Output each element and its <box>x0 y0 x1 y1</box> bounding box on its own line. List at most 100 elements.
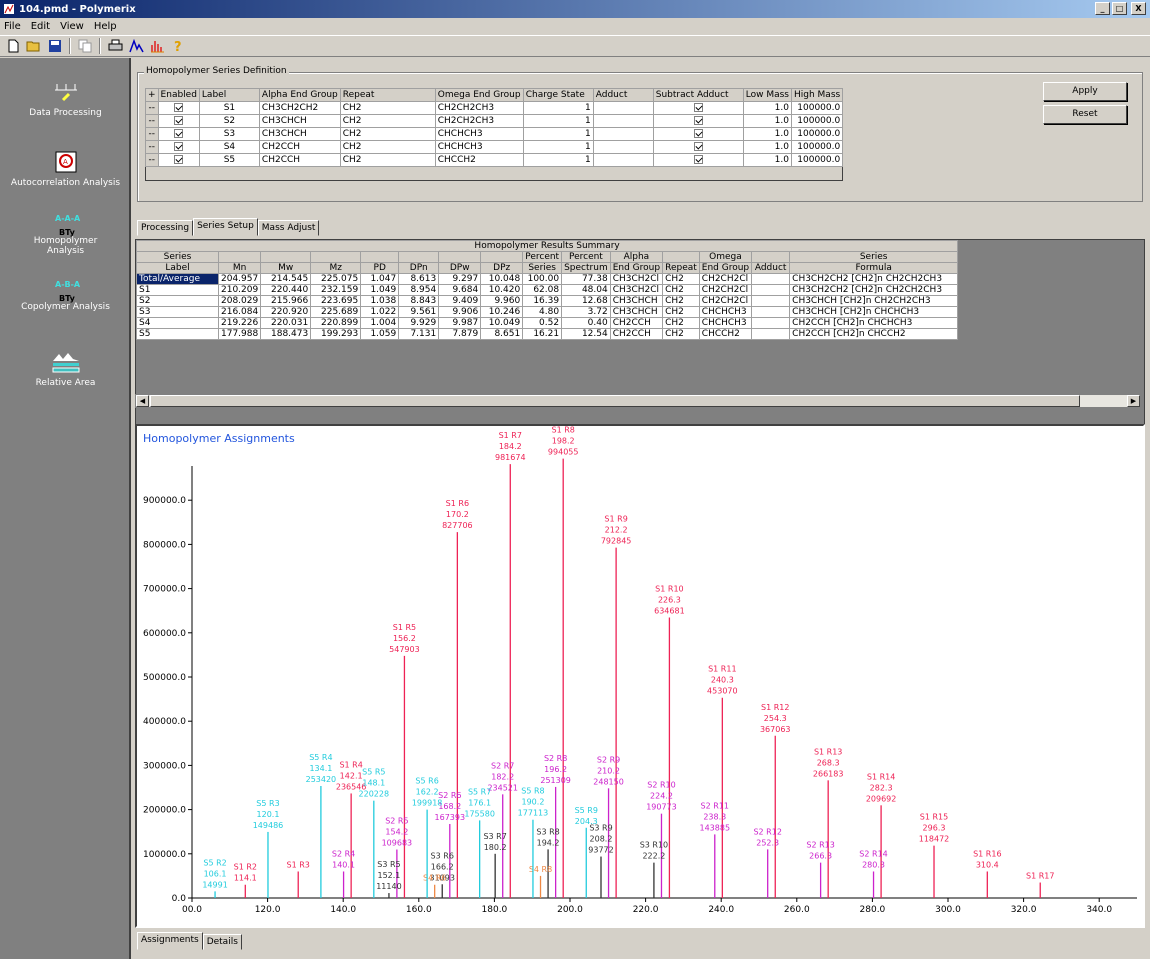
col-header[interactable]: Adduct <box>751 262 791 274</box>
cell[interactable] <box>592 101 654 115</box>
cell[interactable] <box>751 328 791 340</box>
col-header[interactable]: Subtract Adduct <box>652 88 744 102</box>
enabled-checkbox[interactable] <box>157 101 200 115</box>
cell[interactable]: 8.843 <box>398 295 440 307</box>
cell[interactable]: 220.440 <box>260 284 312 296</box>
cell[interactable]: CHCCH2 <box>698 328 753 340</box>
assignments-chart[interactable]: Homopolymer Assignments 0.0 100000.0 200000… <box>137 426 1143 926</box>
cell[interactable]: 215.966 <box>260 295 312 307</box>
cell[interactable]: CH2 <box>662 306 700 318</box>
col-header[interactable]: DPz <box>480 262 524 274</box>
col-header[interactable] <box>260 251 312 263</box>
cell[interactable]: CH2 <box>339 127 436 141</box>
col-header[interactable]: Percent <box>522 251 563 263</box>
col-header[interactable] <box>360 251 400 263</box>
col-header[interactable] <box>217 251 262 263</box>
cell[interactable]: 100.00 <box>522 273 563 285</box>
cell[interactable]: 10.049 <box>480 317 524 329</box>
cell[interactable]: 4.80 <box>522 306 563 318</box>
table-row[interactable]: S2 208.029 215.966 223.695 1.038 8.843 9.409 9.… <box>136 295 959 307</box>
cell[interactable]: S5 <box>136 328 219 340</box>
cell[interactable]: 77.38 <box>561 273 611 285</box>
enabled-checkbox[interactable] <box>157 140 200 154</box>
cell[interactable]: CH2 <box>662 295 700 307</box>
cell[interactable]: CH3CH2Cl <box>609 273 664 285</box>
cell[interactable]: 7.879 <box>438 328 482 340</box>
col-header[interactable]: Adduct <box>592 88 654 102</box>
col-header[interactable]: High Mass <box>790 88 844 102</box>
col-header[interactable]: Mz <box>310 262 362 274</box>
cell[interactable]: 100000.0 <box>790 114 844 128</box>
col-header[interactable]: Omega End Group <box>434 88 524 102</box>
col-header[interactable]: Series <box>789 251 959 263</box>
menu-help[interactable]: Help <box>94 21 117 32</box>
cell[interactable]: 188.473 <box>260 328 312 340</box>
subtract-adduct-checkbox[interactable] <box>652 101 744 115</box>
cell[interactable]: 9.297 <box>438 273 482 285</box>
col-header[interactable]: Alpha <box>609 251 664 263</box>
cell[interactable]: 9.906 <box>438 306 482 318</box>
cell[interactable]: S1 <box>198 101 260 115</box>
tab-assignments[interactable]: Assignments <box>137 932 203 950</box>
cell[interactable]: S2 <box>136 295 219 307</box>
cell[interactable]: 214.545 <box>260 273 312 285</box>
table-row[interactable]: S1 210.209 220.440 232.159 1.049 8.954 9.684 10… <box>136 284 959 296</box>
maximize-button[interactable]: □ <box>1112 2 1127 15</box>
cell[interactable]: CHCHCH3 <box>698 317 753 329</box>
cell[interactable] <box>592 127 654 141</box>
menu-file[interactable]: File <box>4 21 21 32</box>
col-header[interactable]: Percent <box>561 251 611 263</box>
subtract-adduct-checkbox[interactable] <box>652 127 744 141</box>
cell[interactable]: 1 <box>522 153 594 167</box>
cell[interactable] <box>592 153 654 167</box>
subtract-adduct-checkbox[interactable] <box>652 153 744 167</box>
table-row[interactable]: -- S5 CH2CCH CH2 CHCCH2 1 1.0 100000.0 <box>145 153 844 167</box>
cell[interactable]: 1.0 <box>742 153 793 167</box>
cell[interactable]: CH3CHCH [CH2]n CHCHCH3 <box>789 306 959 318</box>
table-row[interactable]: -- S3 CH3CHCH CH2 CHCHCH3 1 1.0 100000.0 <box>145 127 844 141</box>
sidebar-item-copolymer[interactable]: A-B-A BTy Copolymer Analysis <box>0 278 131 312</box>
cell[interactable]: 1 <box>522 140 594 154</box>
cell[interactable]: S3 <box>198 127 260 141</box>
cell[interactable]: CH2CH2Cl <box>698 295 753 307</box>
cell[interactable]: S3 <box>136 306 219 318</box>
cell[interactable]: CH2 <box>339 114 436 128</box>
cell[interactable]: S5 <box>198 153 260 167</box>
cell[interactable]: CH2CCH <box>609 317 664 329</box>
row-marker[interactable]: -- <box>145 127 159 141</box>
cell[interactable]: 9.929 <box>398 317 440 329</box>
col-header[interactable] <box>398 251 440 263</box>
cell[interactable]: 1.049 <box>360 284 400 296</box>
cell[interactable]: 216.084 <box>217 306 262 318</box>
cell[interactable]: 1.059 <box>360 328 400 340</box>
col-header[interactable]: Enabled <box>157 88 200 102</box>
cell[interactable]: CH2CH2Cl <box>698 284 753 296</box>
cell[interactable]: S4 <box>198 140 260 154</box>
cell[interactable]: 48.04 <box>561 284 611 296</box>
cell[interactable]: 199.293 <box>310 328 362 340</box>
spectrum-button[interactable] <box>127 37 145 55</box>
col-header[interactable]: Omega <box>698 251 753 263</box>
cell[interactable]: CH3CH2CH2 [CH2]n CH2CH2CH3 <box>789 273 959 285</box>
table-row[interactable]: Total/Average 204.957 214.545 225.075 1.047 8… <box>136 273 959 285</box>
row-marker[interactable]: -- <box>145 114 159 128</box>
cell[interactable]: S4 <box>136 317 219 329</box>
cell[interactable]: CH2CCH [CH2]n CHCHCH3 <box>789 317 959 329</box>
col-header[interactable]: DPn <box>398 262 440 274</box>
col-header[interactable]: Label <box>198 88 260 102</box>
apply-button[interactable]: Apply <box>1043 82 1127 101</box>
cell[interactable]: 12.54 <box>561 328 611 340</box>
col-header[interactable]: Formula <box>789 262 959 274</box>
scroll-right-arrow[interactable]: ▶ <box>1127 395 1140 407</box>
cell[interactable]: 204.957 <box>217 273 262 285</box>
cell[interactable]: 220.899 <box>310 317 362 329</box>
enabled-checkbox[interactable] <box>157 153 200 167</box>
enabled-checkbox[interactable] <box>157 127 200 141</box>
cell[interactable]: CH2CCH <box>258 140 341 154</box>
col-header[interactable]: Mn <box>217 262 262 274</box>
cell[interactable]: CH2 <box>339 140 436 154</box>
results-scrollbar[interactable]: ◀ ▶ <box>135 394 1141 408</box>
cell[interactable]: 1.004 <box>360 317 400 329</box>
col-header[interactable]: Label <box>136 262 219 274</box>
col-header[interactable] <box>751 251 791 263</box>
